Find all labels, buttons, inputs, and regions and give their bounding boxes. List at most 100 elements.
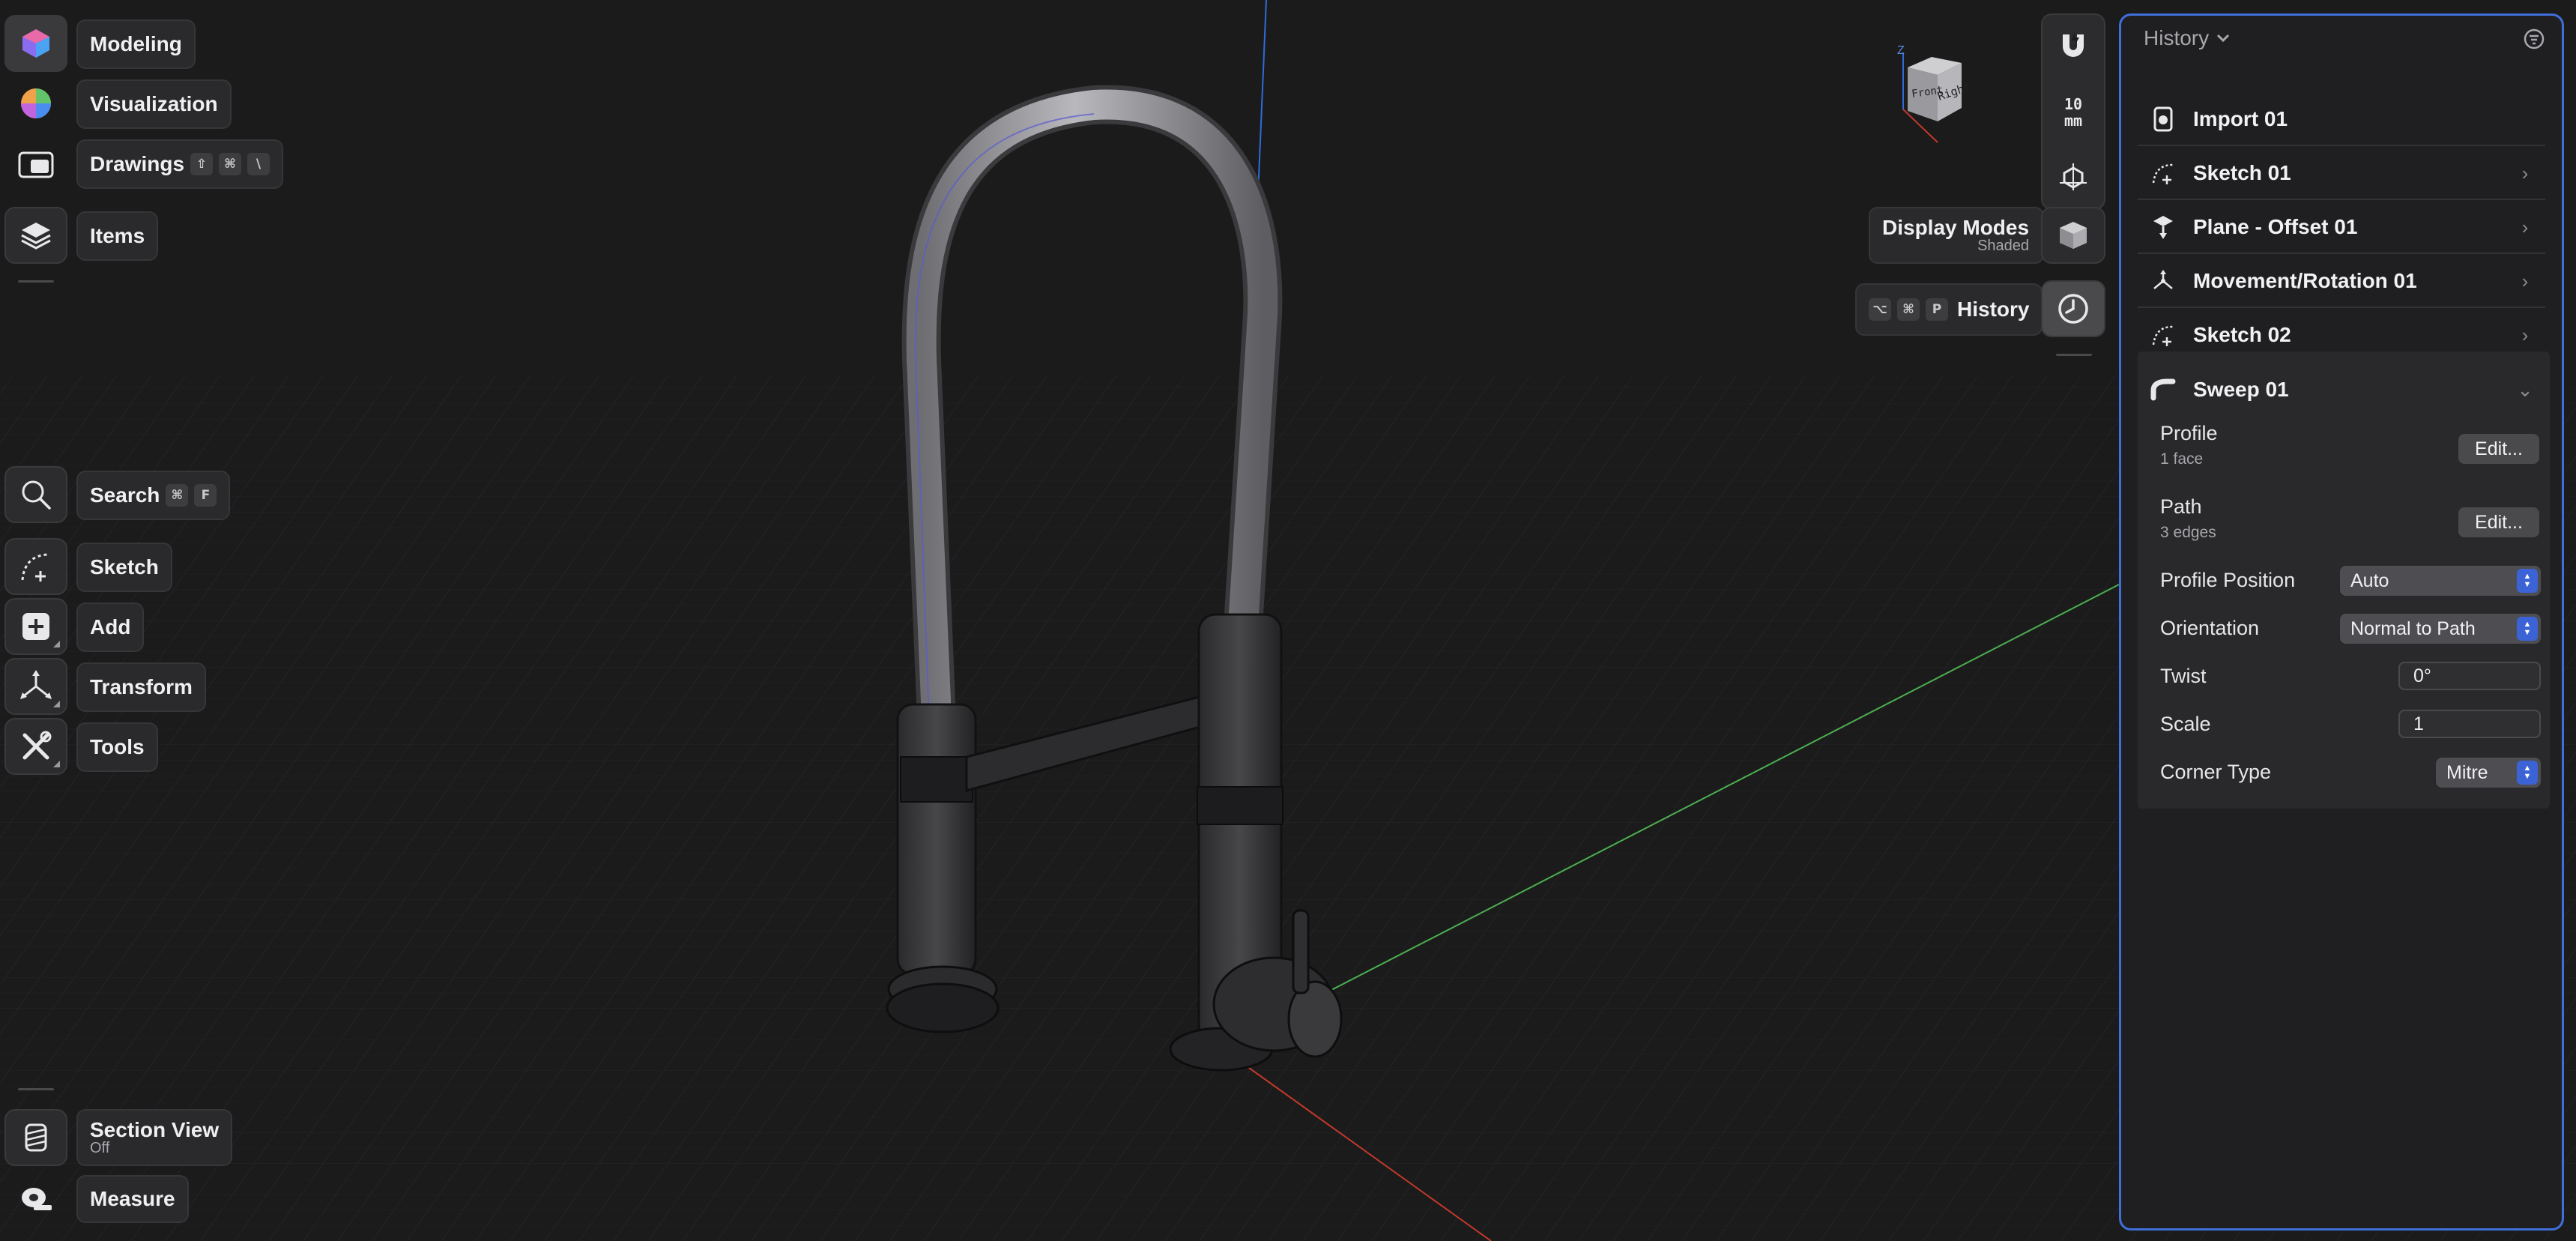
chevron-down-icon: ⌄ [2517,378,2533,401]
sketch-button[interactable] [4,538,67,595]
path-edit-button[interactable]: Edit... [2458,507,2539,537]
sketch-icon [2148,320,2178,350]
shortcut-key-cmd: ⌘ [219,153,242,175]
corner-type-select[interactable]: Mitre ▲ ▼ [2436,758,2541,788]
orientation-select[interactable]: Normal to Path ▲ ▼ [2340,614,2541,644]
snap-settings-button[interactable]: 10 mm [2041,13,2105,210]
chevron-right-icon: › [2521,215,2529,238]
section-view-icon [25,1123,47,1152]
shortcut-key-backslash: \ [247,153,270,175]
profile-position-value: Auto [2350,570,2389,591]
shortcut-key-p: P [1926,298,1948,321]
view-cube-axis-label: Z [1897,44,1905,57]
section-view-state: Off [90,1140,110,1157]
drawings-workspace-button[interactable] [4,136,67,193]
magnet-icon [2063,31,2084,57]
display-modes-label[interactable]: Display Modes Shaded [1869,207,2045,264]
drawings-label-text: Drawings [90,152,185,175]
history-panel-title: History [2144,26,2210,49]
orientation-value: Normal to Path [2350,618,2476,639]
orientation-label: Orientation [2160,617,2260,639]
history-toggle-button[interactable] [2041,280,2105,337]
sweep-icon [2148,375,2178,405]
snap-unit: mm [2063,112,2083,130]
display-modes-button[interactable] [2041,207,2105,264]
snap-value-readout: 10 mm [2064,96,2082,129]
submenu-indicator [53,641,60,647]
layers-icon [21,223,51,250]
chevron-right-icon: › [2521,269,2529,292]
history-item-label: Plane - Offset 01 [2193,215,2358,238]
shortcut-key-f: F [194,484,217,507]
sketch-label[interactable]: Sketch [76,543,172,592]
history-panel: History Import 01 Sketch 01 › Plane - Of… [2119,13,2564,1231]
transform-axes-icon [20,670,52,699]
snap-target-icon [2060,163,2087,190]
history-item-sketch-01[interactable]: Sketch 01 › [2138,148,2545,200]
add-label[interactable]: Add [76,603,145,652]
chevron-down-icon [2217,34,2230,43]
history-panel-header[interactable]: History [2144,26,2231,50]
tools-button[interactable] [4,718,67,775]
color-sphere-icon [21,88,51,118]
add-button[interactable] [4,598,67,655]
submenu-indicator [53,701,60,707]
visualization-workspace-button[interactable] [4,75,67,132]
section-view-button[interactable] [4,1109,67,1166]
move-rotate-icon [2148,266,2178,296]
path-label: Path [2160,495,2202,518]
shortcut-key-cmd: ⌘ [1897,298,1920,321]
history-item-sweep-01[interactable]: Sweep 01 ⌄ [2138,363,2545,416]
history-item-label: Sketch 02 [2193,323,2291,346]
toolbar-separator [2056,354,2092,356]
shortcut-key-shift: ⇧ [190,153,214,175]
scale-input[interactable]: 1 [2398,710,2541,738]
drawings-workspace-label[interactable]: Drawings ⇧ ⌘ \ [76,139,284,189]
snap-value: 10 [2063,95,2083,113]
profile-position-label: Profile Position [2160,569,2296,591]
measure-button[interactable] [4,1171,67,1228]
history-toggle-label[interactable]: ⌥ ⌘ P History [1855,283,2043,336]
history-item-label: Sketch 01 [2193,161,2291,184]
scale-label: Scale [2160,713,2211,735]
visualization-workspace-label[interactable]: Visualization [76,79,232,129]
select-arrows-icon: ▲ ▼ [2517,617,2538,641]
transform-label[interactable]: Transform [76,662,206,712]
profile-edit-button[interactable]: Edit... [2458,434,2539,464]
history-item-label: Movement/Rotation 01 [2193,269,2417,292]
transform-button[interactable] [4,658,67,715]
chevron-right-icon: › [2521,161,2529,184]
filter-menu-icon[interactable] [2523,28,2545,50]
chevron-right-icon: › [2521,323,2529,346]
search-button[interactable] [4,466,67,523]
drawing-sheet-icon [18,151,54,178]
view-cube[interactable]: Z Front Right [1885,37,1983,150]
tools-label[interactable]: Tools [76,722,158,772]
items-label[interactable]: Items [76,211,159,261]
shortcut-key-option: ⌥ [1869,298,1891,321]
search-label[interactable]: Search ⌘ F [76,471,231,520]
history-item-movement-rotation-01[interactable]: Movement/Rotation 01 › [2138,256,2545,308]
modeling-workspace-label[interactable]: Modeling [76,19,196,69]
history-item-import-01[interactable]: Import 01 [2138,94,2545,146]
plane-icon [2148,212,2178,242]
sketch-icon [2148,158,2178,188]
section-view-label[interactable]: Section View Off [76,1109,233,1166]
history-item-plane-offset-01[interactable]: Plane - Offset 01 › [2138,202,2545,254]
measure-label[interactable]: Measure [76,1175,189,1223]
select-arrows-icon: ▲ ▼ [2517,761,2538,785]
section-view-title: Section View [90,1117,220,1141]
toolbar-separator [18,1088,54,1090]
submenu-indicator [53,761,60,767]
select-arrows-icon: ▲ ▼ [2517,569,2538,593]
profile-position-select[interactable]: Auto ▲ ▼ [2340,566,2541,596]
profile-label: Profile [2160,422,2218,444]
toolbar-separator [18,280,54,283]
search-icon [22,480,51,510]
plus-square-icon [22,613,49,640]
display-modes-title: Display Modes [1882,215,2030,239]
cube-color-icon [22,29,49,58]
items-button[interactable] [4,207,67,264]
modeling-workspace-button[interactable] [4,15,67,72]
twist-input[interactable]: 0° [2398,662,2541,690]
